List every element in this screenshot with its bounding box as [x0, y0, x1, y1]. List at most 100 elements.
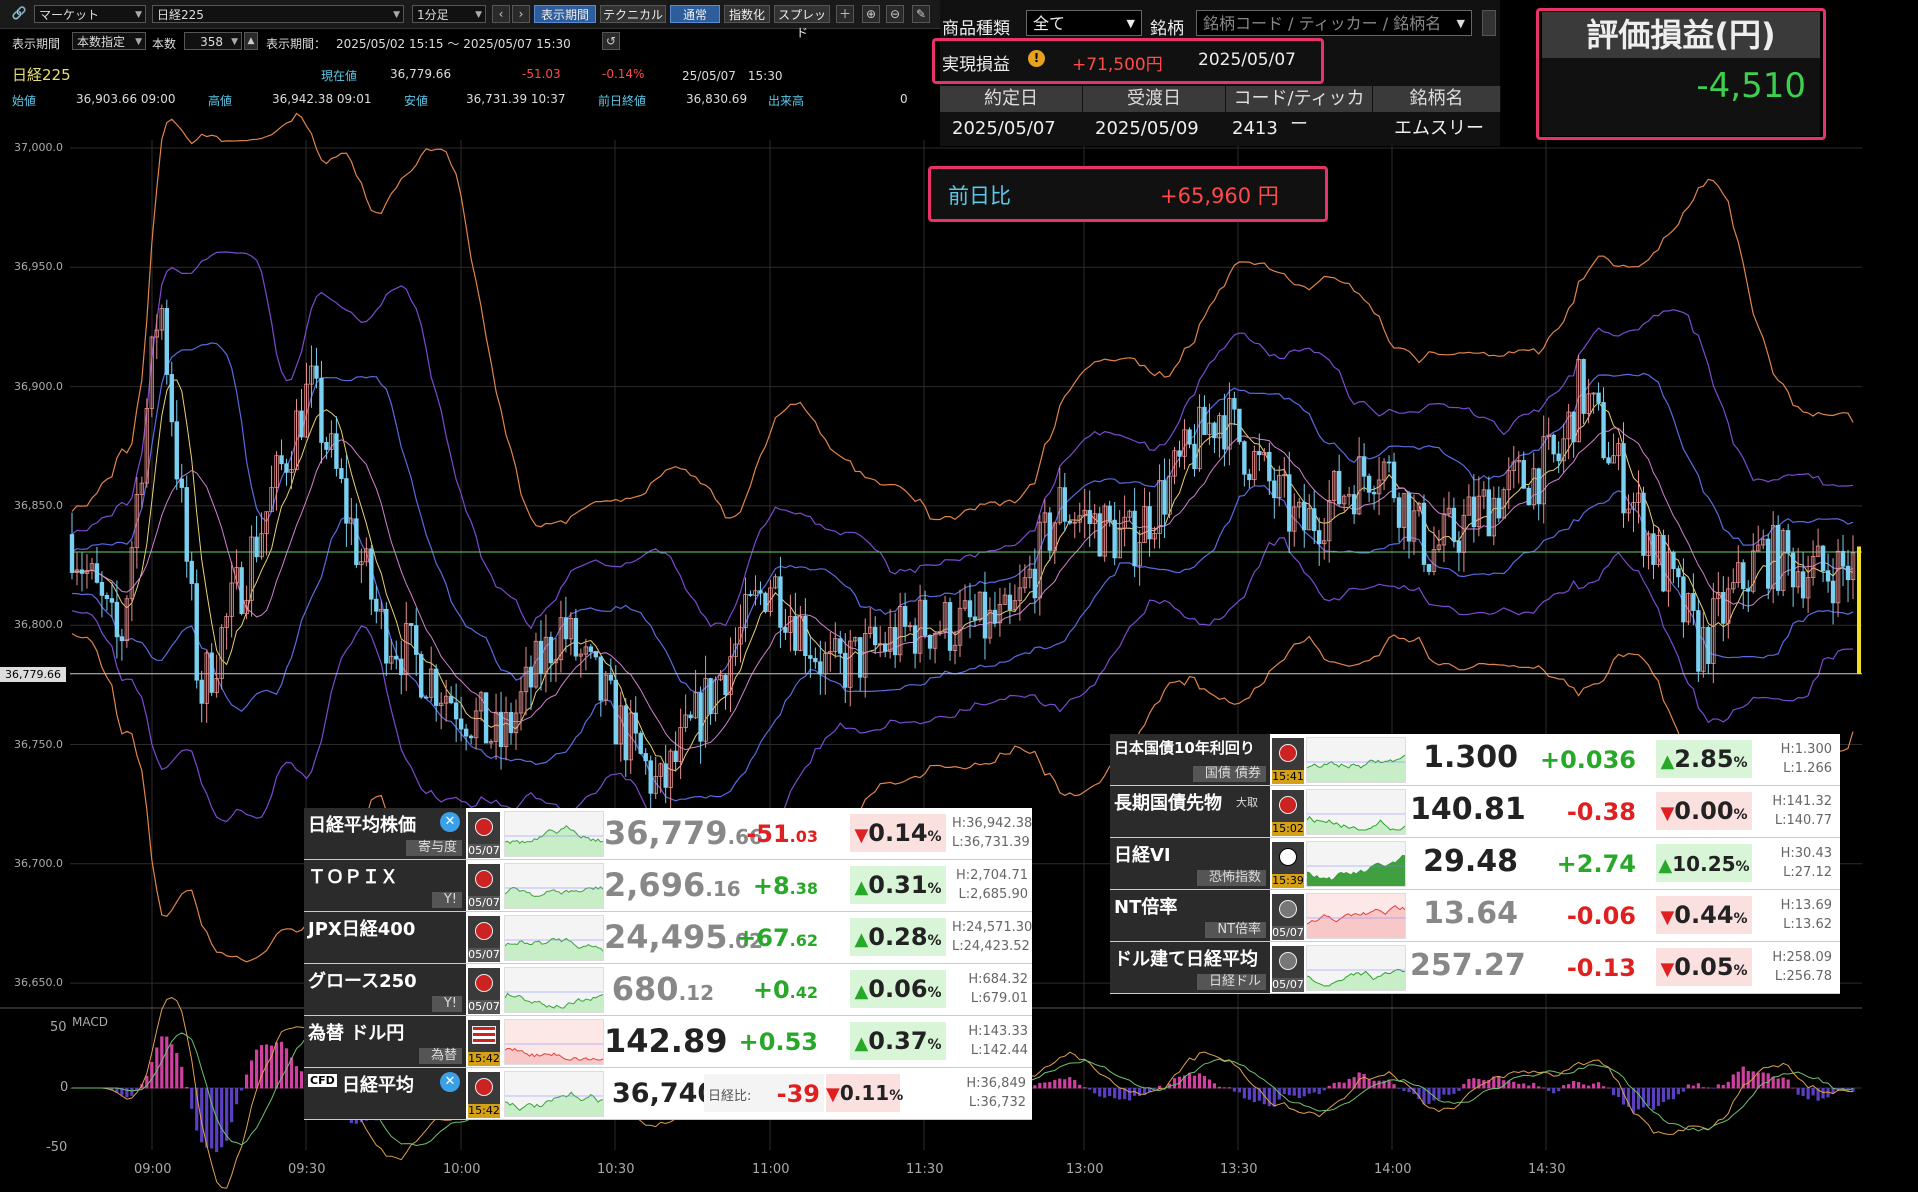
col-code[interactable]: コード/ティッカー [1226, 86, 1373, 135]
market-name-cell[interactable]: グロース250 Y! [304, 964, 466, 1015]
market-value: 680.12 [604, 970, 714, 1008]
market-sub-button[interactable]: NT倍率 [1205, 922, 1266, 938]
sparkline-chart[interactable] [504, 1019, 604, 1065]
flag-mark-icon [1279, 744, 1297, 762]
candle-body [892, 627, 898, 656]
market-name-cell[interactable]: 日経VI 恐怖指数 [1110, 838, 1270, 889]
flag-mark-icon [475, 870, 493, 888]
macd-histogram-bar [165, 1036, 169, 1089]
sparkline-chart[interactable] [1306, 841, 1406, 887]
market-row[interactable]: ＴＯＰＩＸ Y! 05/07 2,696.16 +8.38 ▲0.31% H:2,704.7… [304, 860, 1032, 912]
market-name-cell[interactable]: CFD 日経平均 ✕ [304, 1068, 466, 1119]
update-time: 15:42 [468, 1104, 500, 1118]
x-share-icon[interactable]: ✕ [440, 812, 460, 832]
candle-body [818, 661, 823, 675]
candle-body [344, 478, 349, 524]
market-sub-button[interactable]: 寄与度 [405, 840, 462, 856]
macd-histogram-bar [1252, 1088, 1256, 1103]
candle-body [902, 606, 908, 627]
candle-body [763, 592, 768, 613]
macd-tick-neg50: -50 [46, 1140, 68, 1155]
macd-histogram-bar [1128, 1088, 1132, 1101]
candle-body [1366, 475, 1372, 493]
sparkline-chart[interactable] [504, 1071, 604, 1117]
candle-body [573, 618, 579, 657]
candle-body [1177, 450, 1182, 457]
market-row[interactable]: NT倍率 NT倍率 05/07 13.64 -0.06 ▼0.44% H:13.69 L:13… [1110, 890, 1840, 942]
search-button[interactable] [1482, 10, 1496, 36]
symbol-search-input[interactable]: 銘柄コード / ティッカー / 銘柄名 ▼ [1196, 10, 1472, 36]
macd-histogram-bar [1811, 1088, 1815, 1096]
macd-histogram-bar [1312, 1088, 1316, 1093]
candle-body [409, 623, 414, 627]
product-type-select[interactable]: 全て ▼ [1026, 10, 1142, 36]
candle-body [1192, 443, 1197, 470]
market-row[interactable]: JPX日経400 05/07 24,495.02 +67.62 ▲0.28% H:24,5… [304, 912, 1032, 964]
candle-body [1671, 551, 1676, 570]
market-low: L:13.62 [1783, 917, 1832, 932]
candle-body [1621, 443, 1626, 514]
x-share-icon[interactable]: ✕ [440, 1072, 460, 1092]
realized-highlight [932, 38, 1324, 84]
chevron-down-icon: ▼ [1456, 17, 1465, 30]
sparkline-chart[interactable] [504, 967, 604, 1013]
candle-body [1047, 512, 1053, 551]
market-name-cell[interactable]: NT倍率 NT倍率 [1110, 890, 1270, 941]
candle-body [334, 433, 339, 469]
time-axis-label: 09:00 [134, 1162, 172, 1177]
market-sub-button[interactable]: 恐怖指数 [1196, 870, 1266, 886]
sparkline-chart[interactable] [504, 863, 604, 909]
market-name-cell[interactable]: 長期国債先物 大取 [1110, 786, 1270, 837]
macd-histogram-bar [1053, 1079, 1057, 1089]
market-row[interactable]: 長期国債先物 大取 15:02 140.81 -0.38 ▼0.00% H:141.32 L:… [1110, 786, 1840, 838]
cell-symbol-name: エムスリー [1394, 118, 1484, 139]
candle-body [748, 594, 753, 596]
market-row[interactable]: 日本国債10年利回り 国債 債券 15:41 1.300 +0.036 ▲2.85% H:1… [1110, 734, 1840, 786]
macd-histogram-bar [1641, 1088, 1646, 1108]
col-trade-date[interactable]: 約定日 [940, 86, 1083, 112]
market-row[interactable]: ドル建て日経平均 日経ドル 05/07 257.27 -0.13 ▼0.05% H:258.… [1110, 942, 1840, 994]
sparkline-fill [505, 825, 603, 856]
market-name-cell[interactable]: 日本国債10年利回り 国債 債券 [1110, 734, 1270, 785]
market-name-cell[interactable]: ドル建て日経平均 日経ドル [1110, 942, 1270, 993]
sparkline-chart[interactable] [1306, 737, 1406, 783]
price-axis-label: 36,650.0 [14, 976, 63, 990]
market-row[interactable]: グロース250 Y! 05/07 680.12 +0.42 ▲0.06% H:684.32 L… [304, 964, 1032, 1016]
jp-flag-icon: 05/07 [468, 916, 500, 962]
market-sub-button[interactable]: Y! [431, 996, 462, 1012]
candle-body [1606, 457, 1611, 464]
candle-body [1406, 493, 1412, 542]
market-name-cell[interactable]: 為替 ドル円 為替 [304, 1016, 466, 1067]
col-settle-date[interactable]: 受渡日 [1083, 86, 1226, 112]
market-row[interactable]: 為替 ドル円 為替 15:42 142.89 +0.53 ▲0.37% H:143.33 L:… [304, 1016, 1032, 1068]
market-name-cell[interactable]: ＴＯＰＩＸ Y! [304, 860, 466, 911]
market-row[interactable]: 日経VI 恐怖指数 15:39 29.48 +2.74 ▲10.25% H:30.43 L:2… [1110, 838, 1840, 890]
market-sub-button[interactable]: 為替 [418, 1048, 462, 1064]
macd-histogram-bar [1567, 1084, 1571, 1089]
market-sub-button[interactable]: 国債 債券 [1192, 766, 1266, 782]
market-high: H:684.32 [968, 972, 1028, 987]
candle-body [598, 656, 604, 701]
market-high: H:1.300 [1780, 742, 1832, 757]
market-row[interactable]: CFD日経平均✕15:4236,740.20日経比:-39▼0.11%H:36,… [304, 1068, 1032, 1120]
flag-mark-icon [1279, 796, 1297, 814]
macd-histogram-bar [235, 1088, 239, 1105]
col-symbol-name[interactable]: 銘柄名 [1373, 86, 1501, 112]
sparkline-fill [1307, 816, 1405, 834]
market-name: 長期国債先物 [1114, 793, 1222, 814]
market-change-pct: ▲2.85% [1656, 740, 1752, 778]
sparkline-chart[interactable] [504, 915, 604, 961]
market-sub-button[interactable]: 日経ドル [1196, 974, 1266, 990]
market-name-cell[interactable]: JPX日経400 [304, 912, 466, 963]
sparkline-svg [504, 937, 604, 960]
sparkline-chart[interactable] [1306, 789, 1406, 835]
moving-average-fast [71, 379, 1854, 772]
market-row[interactable]: 日経平均株価 寄与度 ✕ 05/07 36,779.66 -51.03 ▼0.14% H:36… [304, 808, 1032, 860]
macd-histogram-bar [274, 1042, 279, 1089]
sparkline-chart[interactable] [1306, 893, 1406, 939]
candle-body [1721, 592, 1726, 624]
sparkline-chart[interactable] [504, 811, 604, 857]
sparkline-chart[interactable] [1306, 945, 1406, 991]
market-name-cell[interactable]: 日経平均株価 寄与度 ✕ [304, 808, 466, 859]
market-sub-button[interactable]: Y! [431, 892, 462, 908]
